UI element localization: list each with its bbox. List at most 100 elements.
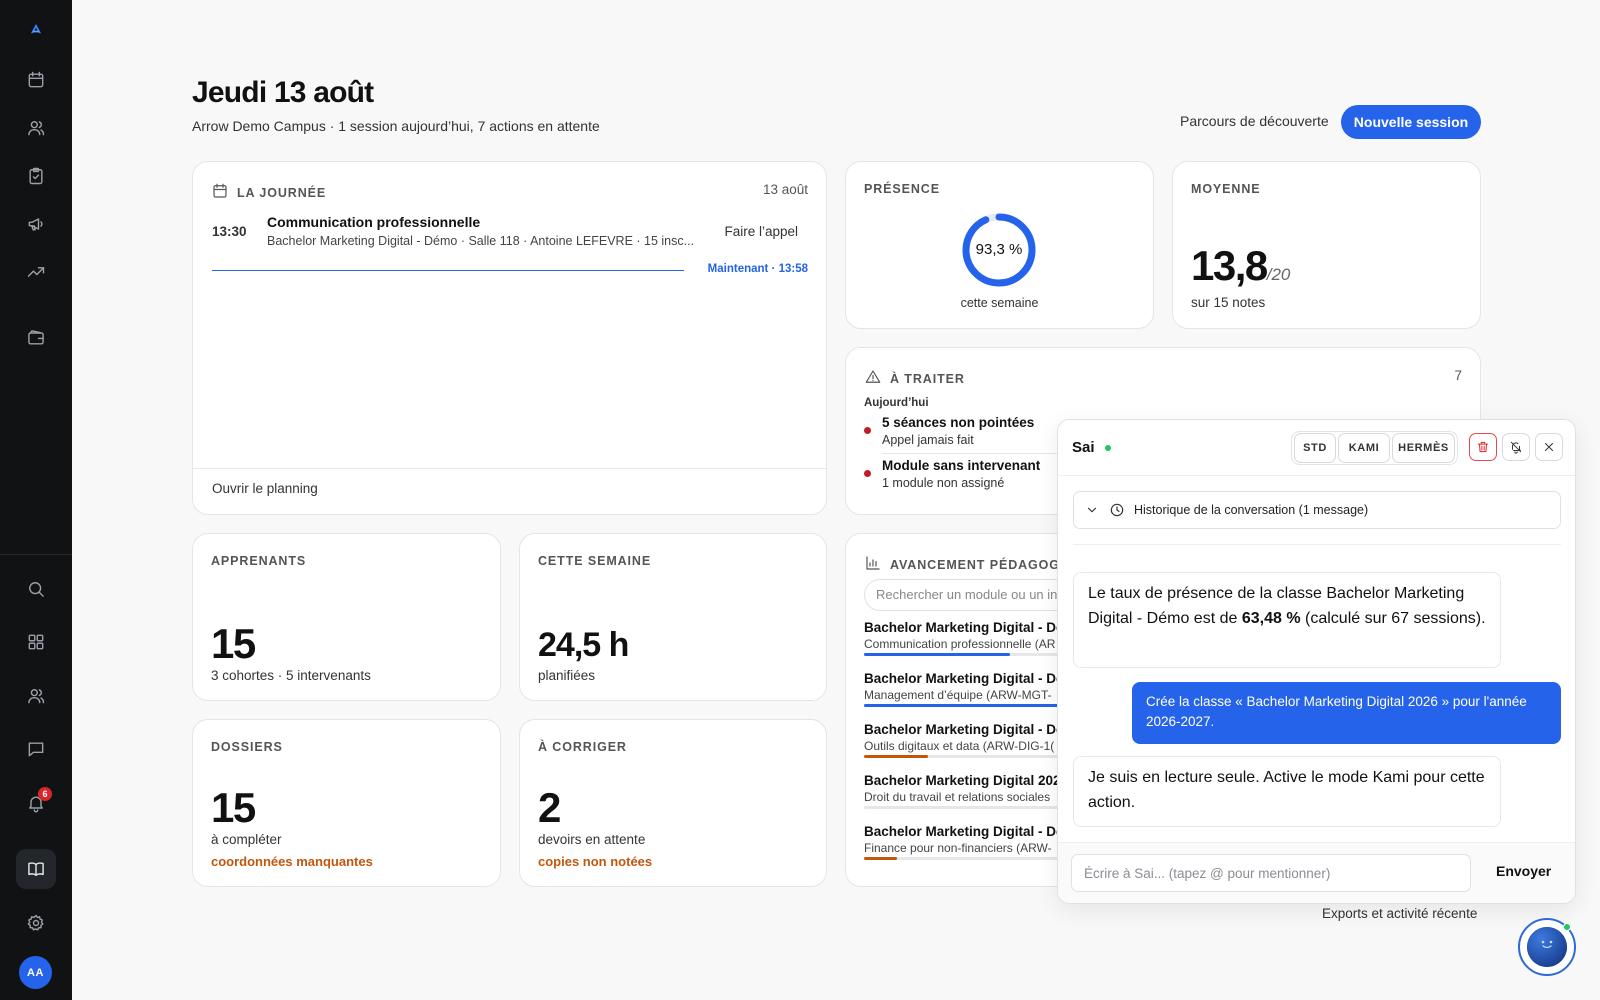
sidebar: 6 AA <box>0 0 72 1000</box>
module-name: Finance pour non-financiers (ARW- <box>864 841 1052 855</box>
history-label: Historique de la conversation (1 message… <box>1134 503 1369 517</box>
status-dot <box>864 470 871 477</box>
discover-link[interactable]: Parcours de découverte <box>1180 113 1329 129</box>
module-progress-track <box>864 857 1059 860</box>
now-line <box>212 270 684 271</box>
clipboard-check-icon[interactable] <box>16 156 56 196</box>
chevron-down-icon <box>1085 503 1099 522</box>
chat-message-input[interactable]: Écrire à Sai... (tapez @ pour mentionner… <box>1071 854 1471 892</box>
calendar-icon[interactable] <box>16 60 56 100</box>
sidebar-divider <box>0 554 72 555</box>
send-button[interactable]: Envoyer <box>1496 863 1551 879</box>
module-name: Droit du travail et relations sociales <box>864 790 1051 804</box>
bell-icon[interactable]: 6 <box>16 783 56 823</box>
learners-value: 15 <box>211 620 256 667</box>
average-value-group: 13,8/20 <box>1191 242 1290 290</box>
module-progress-fill <box>864 857 898 860</box>
assistant-face-icon <box>1527 927 1567 967</box>
module-progress-fill <box>864 755 929 758</box>
open-planning-link[interactable]: Ouvrir le planning <box>212 481 318 496</box>
divider <box>1073 544 1561 545</box>
module-class: Bachelor Marketing Digital - Dé <box>864 722 1064 737</box>
message-text: (calculé sur 67 sessions). <box>1300 610 1486 627</box>
trash-icon[interactable] <box>1469 433 1497 461</box>
module-progress-fill <box>864 704 1059 707</box>
week-caption: planifiées <box>538 668 596 683</box>
grid-icon[interactable] <box>16 622 56 662</box>
learners-card[interactable]: APPRENANTS 15 3 cohortes · 5 intervenant… <box>192 533 501 701</box>
message-highlight: 63,48 % <box>1241 610 1301 627</box>
week-label: CETTE SEMAINE <box>538 554 652 568</box>
assistant-message: Le taux de présence de la classe Bachelo… <box>1073 572 1501 668</box>
new-session-button[interactable]: Nouvelle session <box>1341 105 1481 139</box>
presence-caption: cette semaine <box>960 296 1039 310</box>
mode-kami-button[interactable]: KAMI <box>1338 433 1390 463</box>
book-icon[interactable] <box>16 849 56 889</box>
chat-assistant-name: Sai <box>1072 439 1095 456</box>
week-card[interactable]: CETTE SEMAINE 24,5 h planifiées <box>519 533 827 701</box>
module-progress-track <box>864 806 1059 809</box>
page-title: Jeudi 13 août <box>192 76 374 109</box>
module-progress-fill <box>864 653 1011 656</box>
chat-panel: Sai STD KAMI HERMÈS Historique de la con… <box>1057 419 1576 904</box>
session-title: Communication professionnelle <box>267 214 481 230</box>
day-card-label: LA JOURNÉE <box>237 185 327 200</box>
composer: Écrire à Sai... (tapez @ pour mentionner… <box>1058 842 1575 903</box>
mode-hermes-button[interactable]: HERMÈS <box>1392 433 1455 463</box>
module-class: Bachelor Marketing Digital - Dé <box>864 620 1064 635</box>
session-time: 13:30 <box>212 224 247 239</box>
todo-card-header: À TRAITER <box>864 368 965 389</box>
megaphone-icon[interactable] <box>16 204 56 244</box>
divider <box>193 468 826 469</box>
clock-icon <box>1109 502 1125 523</box>
trending-up-icon[interactable] <box>16 252 56 292</box>
files-caption: à compléter <box>211 832 282 847</box>
grading-warning[interactable]: copies non notées <box>538 854 652 869</box>
online-status-dot <box>1105 445 1111 451</box>
bar-chart-icon <box>864 554 882 575</box>
module-name: Outils digitaux et data (ARW-DIG-1( <box>864 739 1055 753</box>
grading-card[interactable]: À CORRIGER 2 devoirs en attente copies n… <box>519 719 827 887</box>
bell-off-icon[interactable] <box>1502 433 1530 461</box>
exports-link[interactable]: Exports et activité récente <box>1322 906 1477 921</box>
gear-icon[interactable] <box>16 903 56 943</box>
module-class: Bachelor Marketing Digital - Dé <box>864 671 1064 686</box>
grading-caption: devoirs en attente <box>538 832 646 847</box>
average-label: MOYENNE <box>1191 182 1261 196</box>
history-toggle[interactable]: Historique de la conversation (1 message… <box>1073 491 1561 529</box>
close-icon[interactable] <box>1535 433 1563 461</box>
grading-value: 2 <box>538 784 561 831</box>
todo-item-detail: 1 module non assigné <box>882 476 1005 490</box>
files-value: 15 <box>211 784 256 831</box>
assistant-launcher-button[interactable] <box>1518 918 1576 976</box>
todo-count: 7 <box>1454 368 1462 383</box>
module-progress-track <box>864 755 1059 758</box>
mode-std-button[interactable]: STD <box>1294 433 1336 463</box>
average-scale: /20 <box>1266 265 1291 284</box>
progress-label: AVANCEMENT PÉDAGOG <box>890 557 1060 572</box>
users-icon[interactable] <box>16 108 56 148</box>
status-dot <box>864 427 871 434</box>
presence-label: PRÉSENCE <box>864 182 940 196</box>
contacts-icon[interactable] <box>16 676 56 716</box>
todo-item-title: Module sans intervenant <box>882 458 1041 473</box>
files-card[interactable]: DOSSIERS 15 à compléter coordonnées manq… <box>192 719 501 887</box>
online-status-dot <box>1563 923 1571 931</box>
learners-caption: 3 cohortes · 5 intervenants <box>211 668 371 683</box>
day-card: LA JOURNÉE 13 août 13:30 Communication p… <box>192 161 827 515</box>
arrow-logo-icon[interactable] <box>16 9 56 49</box>
day-card-header: LA JOURNÉE <box>211 182 326 203</box>
user-message: Crée la classe « Bachelor Marketing Digi… <box>1132 682 1561 744</box>
now-label: Maintenant · 13:58 <box>707 263 808 275</box>
files-label: DOSSIERS <box>211 740 283 754</box>
notification-badge: 6 <box>38 787 52 801</box>
todo-item-title: 5 séances non pointées <box>882 415 1035 430</box>
take-attendance-button[interactable]: Faire l’appel <box>724 224 798 239</box>
wallet-icon[interactable] <box>16 318 56 358</box>
avatar[interactable]: AA <box>19 956 52 989</box>
chat-icon[interactable] <box>16 729 56 769</box>
files-warning[interactable]: coordonnées manquantes <box>211 854 373 869</box>
calendar-icon <box>211 182 229 203</box>
search-icon[interactable] <box>16 569 56 609</box>
session-row[interactable]: 13:30 Communication professionnelle Bach… <box>193 210 826 252</box>
